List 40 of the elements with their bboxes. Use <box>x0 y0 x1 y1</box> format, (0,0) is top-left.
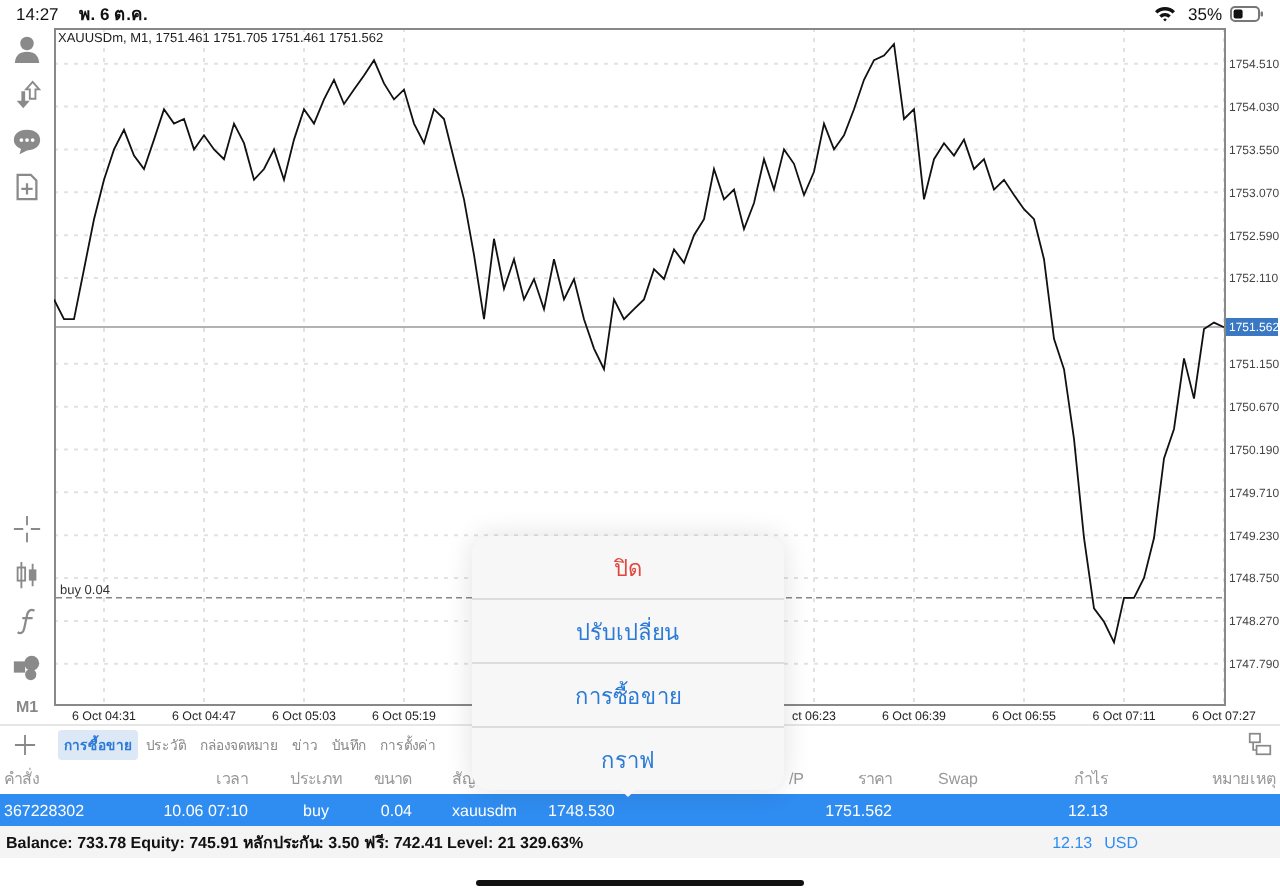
battery-percent: 35% <box>1187 4 1222 24</box>
table-cell: buy <box>303 801 329 819</box>
table-cell: 10.06 07:10 <box>163 801 248 819</box>
column-header: เวลา <box>216 767 248 791</box>
table-cell: 12.13 <box>1067 801 1108 819</box>
layout-icon[interactable] <box>1248 732 1272 756</box>
table-cell: 1751.562 <box>825 801 892 819</box>
wifi-icon <box>1153 6 1176 22</box>
menu-item[interactable]: ปิด <box>472 536 784 598</box>
column-header: ราคา <box>858 767 892 791</box>
battery-icon <box>1230 6 1264 22</box>
status-date: พ. 6 ต.ค. <box>78 2 148 28</box>
currency: USD <box>1104 833 1138 851</box>
column-header: หมายเหตุ <box>1212 767 1276 791</box>
table-cell: 1748.530 <box>548 801 615 819</box>
total-profit: 12.13 <box>1052 833 1093 851</box>
menu-item[interactable]: การซื้อขาย <box>472 662 784 726</box>
crosshair-icon[interactable] <box>12 514 42 544</box>
timeframe-button[interactable]: M1 <box>15 698 39 716</box>
table-cell: xauusdm <box>452 801 517 819</box>
candlestick-icon[interactable] <box>12 560 42 590</box>
column-header: กำไร <box>1074 767 1108 791</box>
status-time: 14:27 <box>16 4 59 24</box>
chat-icon[interactable] <box>12 126 42 156</box>
person-icon[interactable] <box>12 34 42 64</box>
column-header: Swap <box>937 769 978 787</box>
account-summary: Balance: 733.78 Equity: 745.91 หลักประกัน: 3.50 ฟรี: 742.41 Level: 21 329.63% <box>6 831 584 855</box>
column-header: /P <box>788 769 804 787</box>
table-cell: 0.04 <box>380 801 412 819</box>
column-header: ขนาด <box>374 767 412 791</box>
home-indicator[interactable] <box>476 879 804 885</box>
arrows-up-down-icon[interactable] <box>12 80 42 110</box>
new-document-icon[interactable] <box>12 172 42 202</box>
add-icon[interactable] <box>14 733 36 755</box>
shapes-icon[interactable] <box>12 652 42 682</box>
table-cell: 367228302 <box>4 801 85 819</box>
menu-item[interactable]: ปรับเปลี่ยน <box>472 598 784 662</box>
column-header: คำสั่ง <box>4 766 40 791</box>
column-header: ประเภท <box>290 767 342 791</box>
position-row[interactable]: 367228302 10.06 07:10 buy 0.04 xauusdm 1748.530 1751.562 12.13 <box>0 794 1280 826</box>
